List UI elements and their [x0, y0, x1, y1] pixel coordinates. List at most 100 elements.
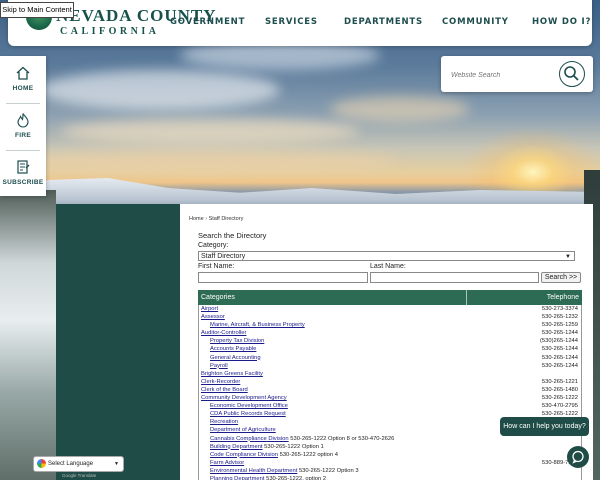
last-name-label: Last Name:	[370, 263, 406, 270]
rail-fire[interactable]: FIRE	[0, 103, 46, 149]
powered-by-text: Google Translate	[62, 473, 97, 478]
chat-prompt[interactable]: How can I help you today?	[500, 417, 589, 436]
telephone-cell: 530-265-1259	[541, 322, 578, 329]
telephone-cell: 530-273-3374	[541, 306, 578, 312]
directory-entry-link[interactable]: Building Department	[210, 444, 263, 450]
subscribe-icon	[17, 160, 30, 174]
category-label: Category:	[198, 242, 229, 249]
rail-home[interactable]: HOME	[0, 56, 46, 102]
table-row: Planning Department 530-265-1222, option…	[199, 475, 581, 480]
table-row: Payroll 530-265-1244	[199, 362, 581, 370]
search-icon	[564, 66, 579, 81]
chat-button[interactable]	[567, 446, 589, 468]
directory-entry-link[interactable]: Farm Advisor	[210, 459, 244, 467]
table-row: Assessor 530-265-1232	[199, 313, 581, 321]
breadcrumb-home[interactable]: Home	[189, 216, 204, 222]
nav-how-do-i[interactable]: HOW DO I?	[532, 17, 591, 27]
chevron-down-icon: ▼	[114, 461, 119, 467]
directory-entry-link[interactable]: Economic Development Office	[210, 402, 288, 410]
table-row: Clerk of the Board 530-265-1480	[199, 386, 581, 394]
table-row: Environmental Health Department 530-265-…	[199, 467, 581, 475]
telephone-cell: 530-265-1222	[541, 395, 578, 402]
breadcrumb-separator: ›	[205, 216, 208, 222]
directory-entry-link[interactable]: Marine, Aircraft, & Business Property	[210, 321, 305, 329]
chevron-down-icon: ▼	[565, 254, 571, 260]
directory-entry-link[interactable]: General Accounting	[210, 354, 261, 362]
fire-icon	[17, 113, 29, 128]
directory-entry-link[interactable]: Payroll	[210, 362, 228, 370]
side-navigation-panel	[56, 204, 180, 480]
telephone-cell: 530-265-1244	[541, 354, 578, 361]
column-header-categories[interactable]: Categories	[201, 290, 235, 305]
table-row: Building Department 530-265-1222 Option …	[199, 443, 581, 451]
directory-entry-link[interactable]: Clerk-Recorder	[201, 378, 240, 386]
breadcrumb: Home › Staff Directory	[189, 216, 243, 222]
telephone-cell: 530-265-1221	[541, 378, 578, 385]
logo-subtitle[interactable]: CALIFORNIA	[60, 26, 159, 37]
main-content: Home › Staff Directory Search the Direct…	[180, 204, 593, 480]
rail-subscribe[interactable]: SUBSCRIBE	[0, 150, 46, 196]
category-selected-value: Staff Directory	[201, 253, 246, 260]
directory-entry-link[interactable]: Department of Agriculture	[210, 426, 276, 434]
inline-phone: 530-265-1222 Option 1	[264, 443, 324, 450]
directory-entry-link[interactable]: Cannabis Compliance Division	[210, 436, 289, 442]
directory-table: Categories Telephone Airport 530-273-3374…	[198, 290, 582, 480]
directory-search-button[interactable]: Search >>	[541, 272, 581, 283]
directory-entry-link[interactable]: Auditor-Controller	[201, 329, 246, 337]
nav-government[interactable]: GOVERNMENT	[170, 17, 245, 27]
directory-entry-link[interactable]: Recreation	[210, 418, 238, 426]
directory-entry-link[interactable]: Brighton Greens Facility	[201, 370, 263, 378]
table-row: Airport 530-273-3374	[199, 305, 581, 313]
directory-search-heading: Search the Directory	[198, 231, 267, 240]
home-icon	[16, 66, 30, 80]
inline-phone: 530-265-1222 Option 3	[298, 467, 359, 474]
directory-entry-link[interactable]: Airport	[201, 305, 218, 313]
telephone-cell: 530-265-1480	[541, 386, 578, 393]
inline-phone: 530-265-1222, option 2	[266, 475, 327, 480]
table-row: Code Compliance Division 530-265-1222 op…	[199, 451, 581, 459]
column-header-telephone[interactable]: Telephone	[547, 290, 579, 305]
table-row: Accounts Payable 530-265-1244	[199, 345, 581, 353]
telephone-cell: (530)265-1244	[539, 338, 578, 345]
table-row: Economic Development Office 530-470-2795	[199, 402, 581, 410]
last-name-input[interactable]	[370, 272, 539, 283]
table-header: Categories Telephone	[198, 290, 582, 305]
table-row: Clerk-Recorder 530-265-1221	[199, 378, 581, 386]
category-select[interactable]: Staff Directory ▼	[198, 251, 575, 261]
directory-entry-link[interactable]: Accounts Payable	[210, 345, 256, 353]
table-row: Auditor-Controller 530-265-1244	[199, 329, 581, 337]
rail-subscribe-label: SUBSCRIBE	[2, 179, 44, 186]
inline-phone: 530-265-1222 Option 8 or 530-470-2626	[290, 435, 395, 442]
first-name-input[interactable]	[198, 272, 368, 283]
breadcrumb-current: Staff Directory	[208, 216, 244, 222]
directory-entry-link[interactable]: Code Compliance Division	[210, 452, 278, 458]
first-name-label: First Name:	[198, 263, 235, 270]
table-row: Marine, Aircraft, & Business Property 530…	[199, 321, 581, 329]
table-row: Property Tax Division (530)265-1244	[199, 337, 581, 345]
language-select[interactable]: Select Language ▼	[33, 456, 124, 472]
telephone-cell: 530-265-1244	[541, 330, 578, 337]
table-row: Brighton Greens Facility	[199, 370, 581, 378]
directory-entry-link[interactable]: Property Tax Division	[210, 337, 264, 345]
directory-entry-link[interactable]: Assessor	[201, 313, 225, 321]
table-body: Airport 530-273-3374 Assessor 530-265-1232 M…	[198, 305, 582, 480]
directory-entry-link[interactable]: Planning Department	[210, 476, 264, 480]
website-search-button[interactable]	[559, 61, 585, 87]
telephone-cell: 530-265-1232	[541, 314, 578, 321]
directory-entry-link[interactable]: Environmental Health Department	[210, 468, 297, 474]
directory-entry-link[interactable]: CDA Public Records Request	[210, 410, 286, 418]
telephone-cell: 530-265-1244	[541, 362, 578, 369]
website-search	[441, 56, 593, 92]
utility-rail: HOME FIRE SUBSCRIBE	[0, 56, 46, 196]
nav-departments[interactable]: DEPARTMENTS	[344, 17, 423, 27]
google-icon	[37, 459, 46, 468]
directory-entry-link[interactable]: Clerk of the Board	[201, 386, 248, 394]
website-search-input[interactable]	[449, 66, 553, 84]
table-row: General Accounting 530-265-1244	[199, 354, 581, 362]
nav-community[interactable]: COMMUNITY	[442, 17, 509, 27]
nav-services[interactable]: SERVICES	[265, 17, 318, 27]
rail-home-label: HOME	[12, 85, 34, 92]
directory-entry-link[interactable]: Community Development Agency	[201, 394, 287, 402]
skip-to-main-link[interactable]: Skip to Main Content	[0, 2, 74, 18]
telephone-cell: 530-265-1244	[541, 346, 578, 353]
